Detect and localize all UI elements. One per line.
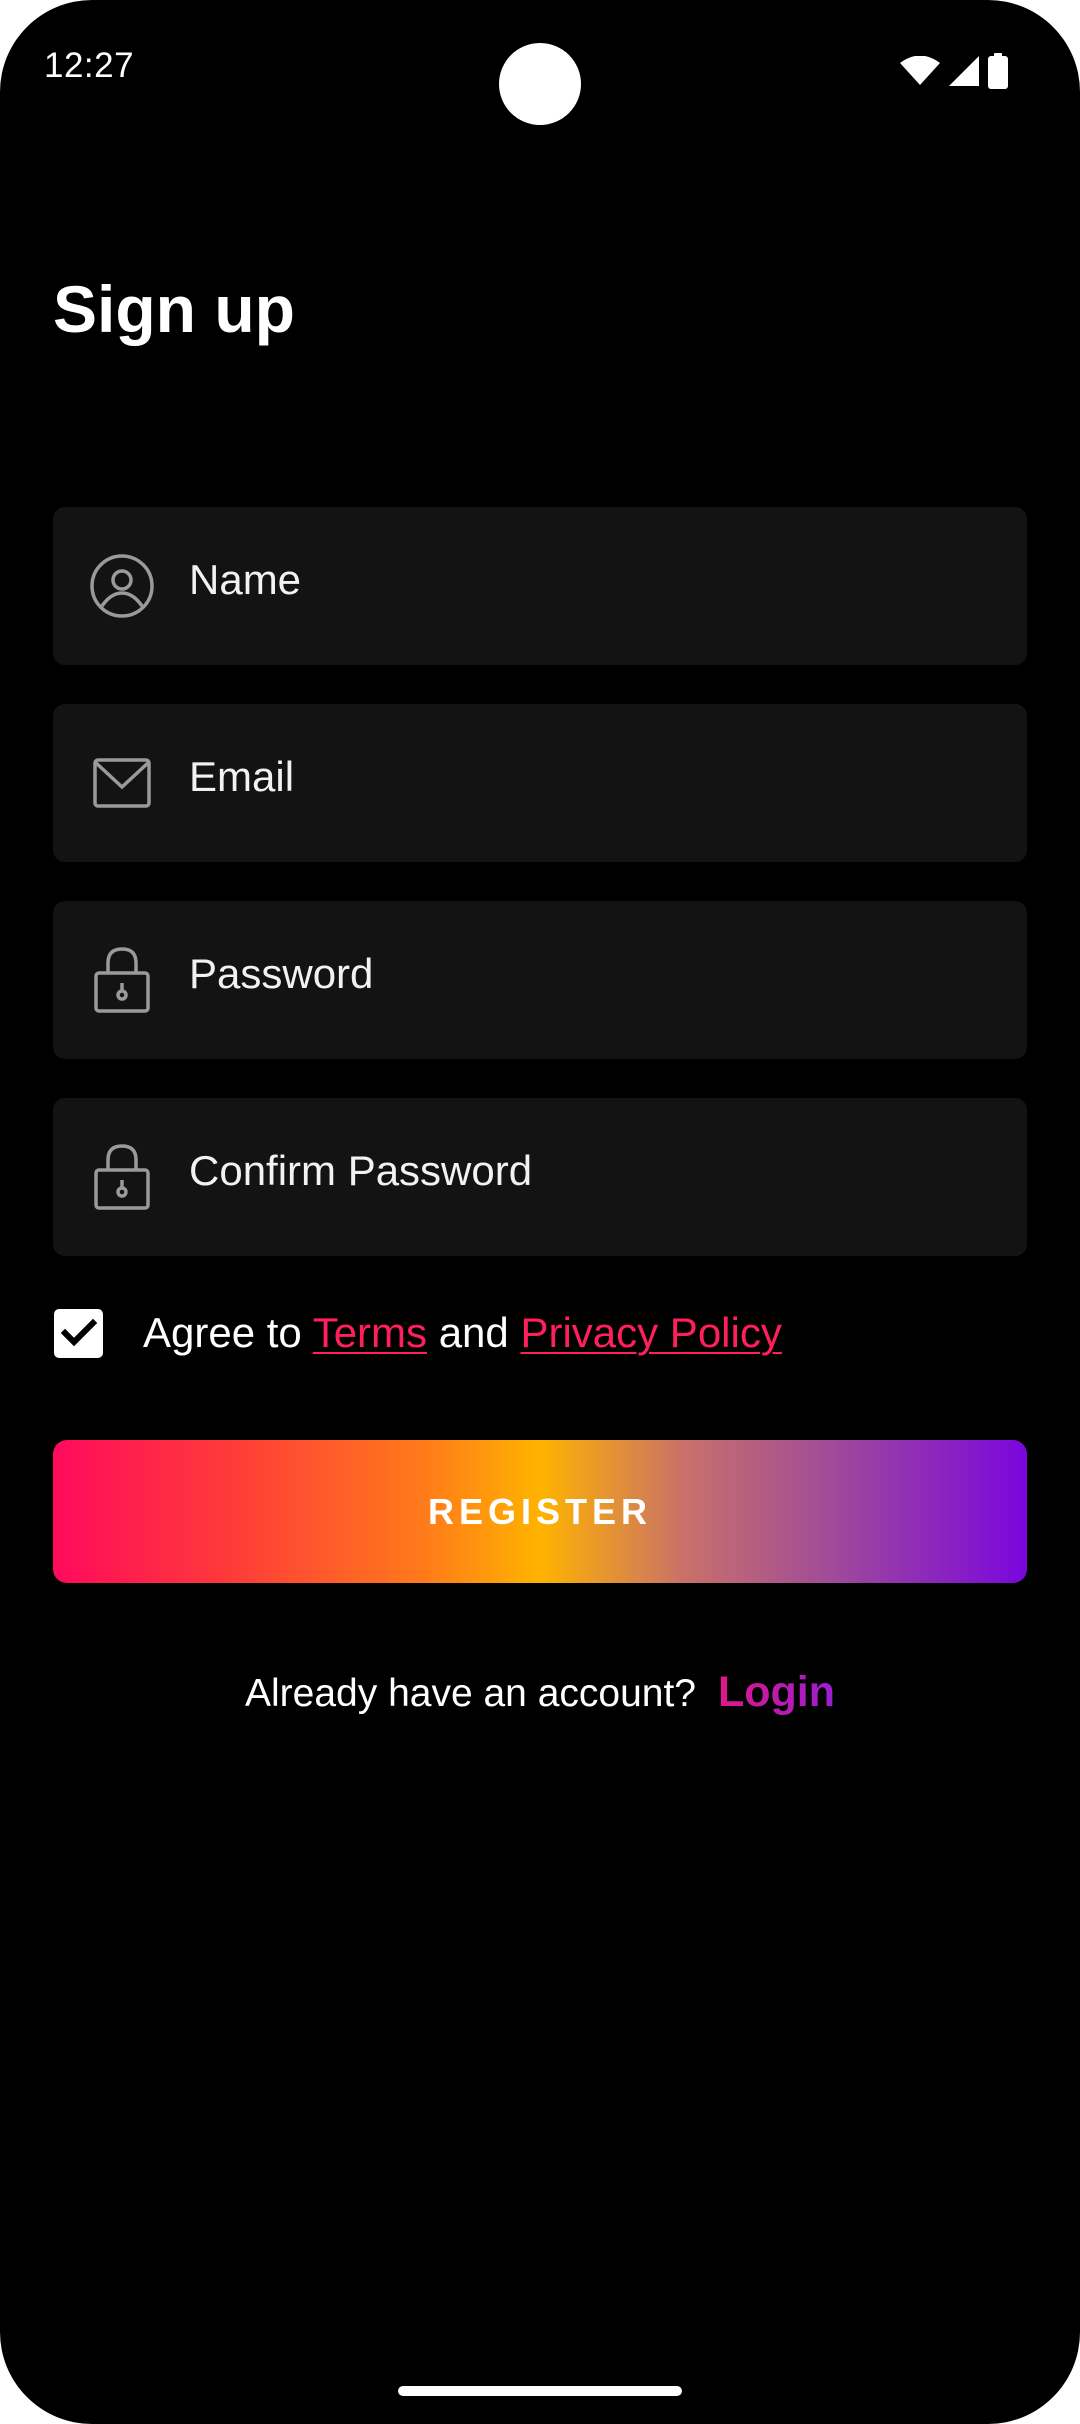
user-icon <box>87 551 157 621</box>
agree-row: Agree to Terms and Privacy Policy <box>54 1306 782 1360</box>
name-input[interactable] <box>189 501 997 659</box>
agree-prefix: Agree to <box>143 1309 313 1356</box>
lock-icon <box>87 945 157 1015</box>
agree-checkbox[interactable] <box>54 1308 103 1358</box>
confirm-password-field[interactable] <box>53 1092 1027 1256</box>
name-field[interactable] <box>53 501 1027 665</box>
wifi-icon <box>900 56 940 85</box>
checkmark-icon <box>60 1318 97 1347</box>
login-row: Already have an account? Login <box>0 1668 1080 1717</box>
home-indicator[interactable] <box>398 2386 682 2396</box>
password-field[interactable] <box>53 895 1027 1059</box>
status-time: 12:27 <box>44 46 135 85</box>
login-prompt: Already have an account? <box>245 1672 696 1715</box>
confirm-password-input[interactable] <box>189 1092 997 1250</box>
email-field[interactable] <box>53 698 1027 862</box>
lock-icon <box>87 1142 157 1212</box>
agree-middle: and <box>427 1309 521 1356</box>
status-icons <box>900 52 1008 90</box>
cellular-signal-icon <box>949 56 979 86</box>
battery-icon <box>988 53 1008 89</box>
email-input[interactable] <box>189 698 997 856</box>
agree-text: Agree to Terms and Privacy Policy <box>143 1309 782 1357</box>
phone-screen: 12:27 Sign up Name Email Agree to Terms … <box>0 0 1080 2424</box>
terms-link[interactable]: Terms <box>313 1309 427 1356</box>
login-link[interactable]: Login <box>718 1668 835 1716</box>
register-button[interactable]: REGISTER <box>53 1440 1027 1583</box>
password-input[interactable] <box>189 895 997 1053</box>
privacy-policy-link[interactable]: Privacy Policy <box>520 1309 781 1356</box>
camera-cutout <box>499 43 581 125</box>
page-title: Sign up <box>53 272 295 346</box>
envelope-icon <box>87 748 157 818</box>
